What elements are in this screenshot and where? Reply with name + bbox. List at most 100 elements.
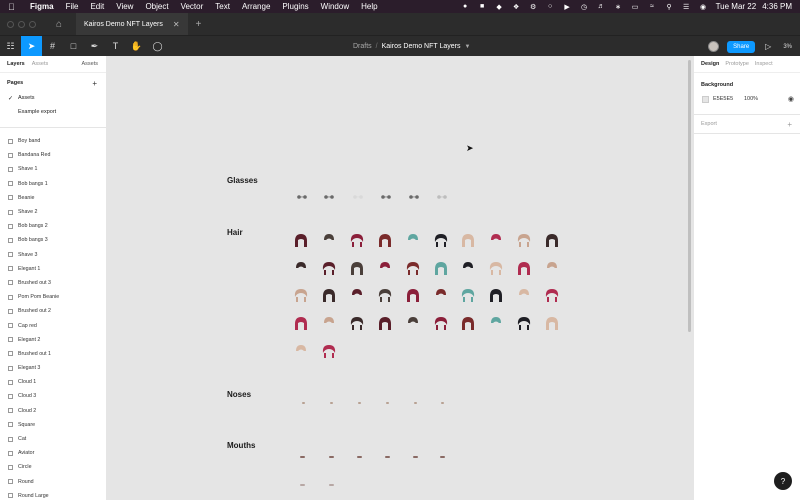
breadcrumb-drafts[interactable]: Drafts (353, 43, 372, 50)
hair-thumbnail[interactable] (405, 287, 421, 304)
play-icon[interactable]: ▶ (563, 2, 572, 11)
frame-tool-icon[interactable]: # (42, 36, 63, 57)
layer-item[interactable]: Elegant 3 (0, 361, 106, 375)
nose-thumbnail[interactable] (302, 402, 305, 404)
hair-thumbnail[interactable] (433, 232, 449, 249)
layer-item[interactable]: Cloud 2 (0, 404, 106, 418)
hair-thumbnail[interactable] (488, 315, 504, 332)
layer-item[interactable]: Cloud 1 (0, 375, 106, 389)
section-label-mouths[interactable]: Mouths (227, 441, 255, 450)
section-label-glasses[interactable]: Glasses (227, 176, 258, 185)
hair-thumbnail[interactable] (349, 260, 365, 277)
layer-item[interactable]: Brushed out 3 (0, 276, 106, 290)
hair-thumbnail[interactable] (488, 232, 504, 249)
menu-file[interactable]: File (66, 2, 79, 11)
tab-layers[interactable]: Layers (7, 61, 25, 67)
hair-thumbnail[interactable] (516, 232, 532, 249)
menu-vector[interactable]: Vector (181, 2, 204, 11)
page-selector[interactable]: Assets (81, 61, 98, 67)
control-center-icon[interactable]: ☰ (682, 2, 691, 11)
background-color-swatch[interactable] (702, 95, 709, 103)
menu-bar-date[interactable]: Tue Mar 22 (716, 2, 757, 11)
hair-thumbnail[interactable] (293, 343, 309, 360)
layer-item[interactable]: Boy band (0, 134, 106, 148)
hair-thumbnail[interactable] (293, 315, 309, 332)
layer-item[interactable]: Cap red (0, 318, 106, 332)
hair-thumbnail[interactable] (377, 260, 393, 277)
nose-thumbnail[interactable] (330, 402, 333, 404)
layer-item[interactable]: Circle (0, 460, 106, 474)
pen-tool-icon[interactable]: ✒ (84, 36, 105, 57)
menu-bar-time[interactable]: 4:36 PM (762, 2, 792, 11)
mouth-thumbnail[interactable] (329, 456, 334, 458)
search-icon[interactable]: ⚲ (665, 2, 674, 11)
layer-item[interactable]: Round (0, 475, 106, 489)
page-item-example-export[interactable]: Example export (0, 105, 106, 119)
hair-thumbnail[interactable] (321, 287, 337, 304)
menu-object[interactable]: Object (145, 2, 168, 11)
settings-icon[interactable]: ⚙ (529, 2, 538, 11)
hair-thumbnail[interactable] (433, 315, 449, 332)
design-canvas[interactable]: Glasses Hair Noses Mouths ➤ (107, 56, 693, 500)
tab-prototype[interactable]: Prototype (725, 61, 749, 67)
layer-item[interactable]: Bob bangs 2 (0, 219, 106, 233)
add-export-icon[interactable]: + (787, 120, 792, 129)
hair-thumbnail[interactable] (293, 232, 309, 249)
apple-icon[interactable]:  (8, 2, 22, 12)
mouth-thumbnail[interactable] (440, 456, 445, 458)
shape-tool-icon[interactable]: □ (63, 36, 84, 57)
glasses-thumbnail[interactable] (323, 186, 335, 199)
bluetooth-icon[interactable]: ∗ (614, 2, 623, 11)
layer-item[interactable]: Square (0, 418, 106, 432)
glasses-thumbnail[interactable] (436, 186, 448, 199)
layer-item[interactable]: Elegant 1 (0, 262, 106, 276)
hair-thumbnail[interactable] (544, 260, 560, 277)
main-menu-icon[interactable]: ☷ (0, 36, 21, 57)
home-icon[interactable]: ⌂ (48, 13, 70, 35)
tab-design[interactable]: Design (701, 61, 719, 67)
layer-item[interactable]: Pom Pom Beanie (0, 290, 106, 304)
layer-item[interactable]: Brushed out 1 (0, 347, 106, 361)
section-label-noses[interactable]: Noses (227, 390, 251, 399)
layer-item[interactable]: Round Large (0, 489, 106, 500)
tab-assets[interactable]: Assets (32, 61, 49, 67)
layer-item[interactable]: Shave 3 (0, 248, 106, 262)
close-window-button[interactable] (7, 20, 14, 28)
mouth-thumbnail[interactable] (329, 484, 334, 486)
hair-thumbnail[interactable] (293, 260, 309, 277)
hair-thumbnail[interactable] (349, 232, 365, 249)
hair-thumbnail[interactable] (377, 232, 393, 249)
record-icon[interactable]: ● (461, 2, 470, 11)
layer-item[interactable]: Aviator (0, 446, 106, 460)
avatar[interactable] (708, 41, 720, 52)
zoom-level[interactable]: 3% (783, 44, 792, 50)
app-icon[interactable]: ◆ (495, 2, 504, 11)
glasses-thumbnail[interactable] (352, 186, 364, 199)
hair-thumbnail[interactable] (405, 260, 421, 277)
hair-thumbnail[interactable] (516, 315, 532, 332)
hair-thumbnail[interactable] (488, 260, 504, 277)
wifi-icon[interactable]: ≈ (648, 2, 657, 11)
glasses-thumbnail[interactable] (380, 186, 392, 199)
hair-thumbnail[interactable] (433, 260, 449, 277)
glasses-thumbnail[interactable] (296, 186, 308, 199)
hair-thumbnail[interactable] (405, 315, 421, 332)
layer-item[interactable]: Bob bangs 1 (0, 177, 106, 191)
text-tool-icon[interactable]: T (105, 36, 126, 57)
hair-thumbnail[interactable] (321, 343, 337, 360)
layer-item[interactable]: Brushed out 2 (0, 304, 106, 318)
comment-tool-icon[interactable]: ◯ (147, 36, 168, 57)
hair-thumbnail[interactable] (516, 287, 532, 304)
move-tool-icon[interactable]: ➤ (21, 35, 42, 57)
mouth-thumbnail[interactable] (385, 456, 390, 458)
background-hex-input[interactable]: E5E5E5 (713, 96, 733, 102)
hair-thumbnail[interactable] (544, 315, 560, 332)
hair-thumbnail[interactable] (460, 315, 476, 332)
hair-thumbnail[interactable] (405, 232, 421, 249)
hair-thumbnail[interactable] (377, 287, 393, 304)
hair-thumbnail[interactable] (460, 260, 476, 277)
background-opacity-input[interactable]: 100% (744, 96, 758, 102)
timer-icon[interactable]: ◷ (580, 2, 589, 11)
hair-thumbnail[interactable] (321, 315, 337, 332)
hair-thumbnail[interactable] (460, 287, 476, 304)
